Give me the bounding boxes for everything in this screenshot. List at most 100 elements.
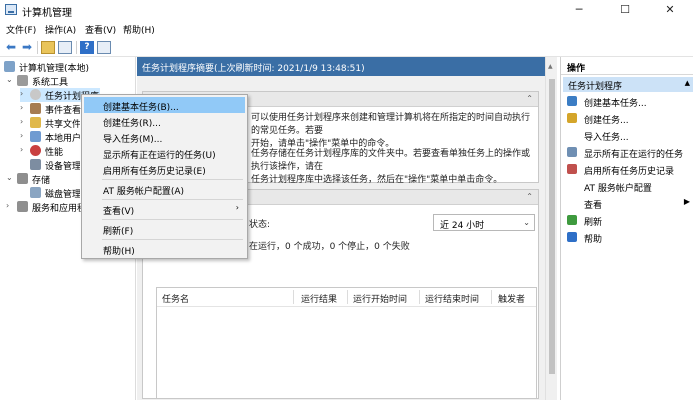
time-range-select[interactable]: 近 24 小时 ⌄ xyxy=(433,214,535,231)
action-view[interactable]: 查看 ▶ xyxy=(563,195,693,212)
collapse-up-icon[interactable]: ▲ xyxy=(685,79,690,87)
overview-line: 可以使用任务计划程序来创建和管理计算机将在所指定的时间自动执行的常见任务。若要 xyxy=(251,113,531,136)
action-label: 显示所有正在运行的任务 xyxy=(584,150,684,160)
disk-icon xyxy=(30,187,41,198)
context-item-display-running[interactable]: 显示所有正在运行的任务(U) xyxy=(84,145,245,161)
users-icon xyxy=(30,131,41,142)
list-icon xyxy=(567,147,577,157)
action-display-running[interactable]: 显示所有正在运行的任务 xyxy=(563,144,693,161)
tree-node-local-users[interactable]: › 本地用户和组 xyxy=(20,130,80,144)
action-label: 导入任务... xyxy=(584,133,629,143)
task-icon xyxy=(567,113,577,123)
action-create-task[interactable]: 创建任务... xyxy=(563,110,693,127)
actions-section-header[interactable]: 任务计划程序 ▲ xyxy=(563,77,693,92)
tree-label: 磁盘管理 xyxy=(45,190,80,200)
tree-node-root[interactable]: 计算机管理(本地) xyxy=(2,60,132,74)
minimize-button[interactable]: ─ xyxy=(556,0,602,20)
tree-node-disk-management[interactable]: 磁盘管理 xyxy=(30,186,80,200)
center-scrollbar[interactable]: ▲ xyxy=(545,57,557,400)
task-status-table: 任务名 运行结果 运行开始时间 运行结束时间 触发者 xyxy=(156,287,537,399)
collapse-up-icon[interactable]: ⌃ xyxy=(526,94,533,103)
menu-help[interactable]: 帮助(H) xyxy=(123,23,155,36)
tree-label: 设备管理器 xyxy=(45,162,80,172)
scrollbar-thumb[interactable] xyxy=(549,79,555,374)
tree-node-storage[interactable]: ⌄ 存储 xyxy=(6,172,66,186)
action-label: 刷新 xyxy=(584,218,603,228)
action-at-service[interactable]: AT 服务帐户配置 xyxy=(563,178,693,195)
submenu-arrow-icon: › xyxy=(235,203,239,212)
submenu-arrow-icon: ▶ xyxy=(683,197,690,206)
action-import-task[interactable]: 导入任务... xyxy=(563,127,693,144)
tree-node-services-apps[interactable]: › 服务和应用程序 xyxy=(6,200,81,214)
close-button[interactable]: ✕ xyxy=(647,0,693,20)
context-item-at-service[interactable]: AT 服务帐户配置(A) xyxy=(84,181,245,197)
action-create-basic-task[interactable]: 创建基本任务... xyxy=(563,93,693,110)
services-icon xyxy=(17,201,28,212)
shared-folder-icon xyxy=(30,117,41,128)
expand-chevron-icon[interactable]: › xyxy=(20,103,28,112)
computer-icon xyxy=(4,61,15,72)
context-item-view[interactable]: 查看(V) › xyxy=(84,201,245,217)
column-divider[interactable] xyxy=(293,290,294,304)
context-item-import-task[interactable]: 导入任务(M)... xyxy=(84,129,245,145)
collapse-chevron-icon[interactable]: ⌄ xyxy=(6,173,14,182)
back-arrow-icon[interactable]: ⬅ xyxy=(4,41,18,54)
column-header-run-result[interactable]: 运行结果 xyxy=(301,292,337,305)
storage-icon xyxy=(17,173,28,184)
context-item-create-basic-task[interactable]: 创建基本任务(B)... xyxy=(84,97,245,113)
chevron-down-icon: ⌄ xyxy=(523,218,530,227)
column-header-run-end[interactable]: 运行结束时间 xyxy=(425,292,479,305)
context-item-label: AT 服务帐户配置(A) xyxy=(103,187,184,197)
context-item-help[interactable]: 帮助(H) xyxy=(84,241,245,257)
show-hide-tree-icon[interactable] xyxy=(58,41,72,54)
action-enable-history[interactable]: 启用所有任务历史记录 xyxy=(563,161,693,178)
tree-node-device-manager[interactable]: 设备管理器 xyxy=(20,158,80,172)
scroll-up-arrow-icon[interactable]: ▲ xyxy=(548,63,553,70)
toolbar: ⬅ ➡ ? xyxy=(0,38,693,57)
context-item-label: 查看(V) xyxy=(103,207,135,217)
expand-chevron-icon[interactable]: › xyxy=(20,145,28,154)
tree-node-performance[interactable]: › 性能 xyxy=(20,144,80,158)
action-label: 启用所有任务历史记录 xyxy=(584,167,675,177)
toolbar-divider xyxy=(37,41,38,54)
action-help[interactable]: 帮助 xyxy=(563,229,693,246)
tree-node-shared-folders[interactable]: › 共享文件夹 xyxy=(20,116,80,130)
expand-chevron-icon[interactable]: › xyxy=(20,117,28,126)
column-divider[interactable] xyxy=(347,290,348,304)
context-item-refresh[interactable]: 刷新(F) xyxy=(84,221,245,237)
help-icon[interactable]: ? xyxy=(80,41,94,54)
tree-node-system-tools[interactable]: ⌄ 系统工具 xyxy=(6,74,132,88)
menu-separator xyxy=(102,219,243,220)
menu-file[interactable]: 文件(F) xyxy=(6,23,36,36)
column-header-task-name[interactable]: 任务名 xyxy=(162,292,189,305)
column-header-run-start[interactable]: 运行开始时间 xyxy=(353,292,407,305)
action-label: 创建任务... xyxy=(584,116,629,126)
show-hide-action-pane-icon[interactable] xyxy=(97,41,111,54)
menu-separator xyxy=(102,199,243,200)
action-refresh[interactable]: 刷新 xyxy=(563,212,693,229)
context-item-create-task[interactable]: 创建任务(R)... xyxy=(84,113,245,129)
column-header-trigger[interactable]: 触发者 xyxy=(498,292,525,305)
collapse-up-icon[interactable]: ⌃ xyxy=(526,192,533,201)
summary-header: 任务计划程序摘要(上次刷新时间: 2021/1/9 13:48:51) xyxy=(137,57,545,76)
tree-node-event-viewer[interactable]: › 事件查看器 xyxy=(20,102,90,116)
collapse-chevron-icon[interactable]: ⌄ xyxy=(6,75,14,84)
status-label: 状态: xyxy=(249,220,271,230)
header-divider xyxy=(157,306,536,307)
column-divider[interactable] xyxy=(419,290,420,304)
expand-chevron-icon[interactable]: › xyxy=(20,131,28,140)
menu-view[interactable]: 查看(V) xyxy=(85,23,116,36)
maximize-button[interactable]: ☐ xyxy=(602,0,648,20)
menu-bar: 文件(F) 操作(A) 查看(V) 帮助(H) xyxy=(0,20,693,38)
context-item-label: 显示所有正在运行的任务(U) xyxy=(103,151,216,161)
column-divider[interactable] xyxy=(491,290,492,304)
expand-chevron-icon[interactable]: › xyxy=(6,201,14,210)
context-item-enable-history[interactable]: 启用所有任务历史记录(E) xyxy=(84,161,245,177)
actions-title: 操作 xyxy=(561,57,693,75)
forward-arrow-icon[interactable]: ➡ xyxy=(20,41,34,54)
menu-separator xyxy=(102,239,243,240)
menu-action[interactable]: 操作(A) xyxy=(45,23,76,36)
overview-text-1: 可以使用任务计划程序来创建和管理计算机将在所指定的时间自动执行的常见任务。若要 … xyxy=(251,112,536,151)
expand-chevron-icon[interactable]: › xyxy=(20,89,28,98)
folder-up-icon[interactable] xyxy=(41,41,55,54)
